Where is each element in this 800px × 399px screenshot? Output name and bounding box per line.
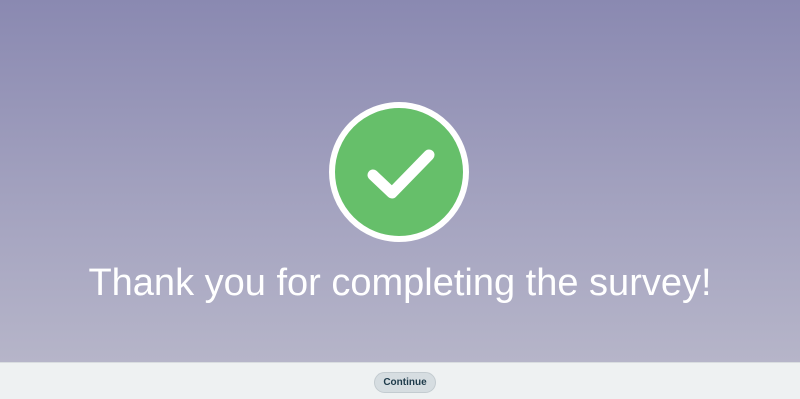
completion-panel: Thank you for completing the survey! (0, 0, 800, 362)
footer-bar: Continue (0, 362, 800, 399)
survey-completion-screen: Thank you for completing the survey! Con… (0, 0, 800, 399)
continue-button[interactable]: Continue (374, 372, 436, 393)
checkmark-circle-icon (329, 102, 469, 242)
completion-message: Thank you for completing the survey! (88, 262, 712, 304)
checkmark-icon (367, 149, 435, 199)
